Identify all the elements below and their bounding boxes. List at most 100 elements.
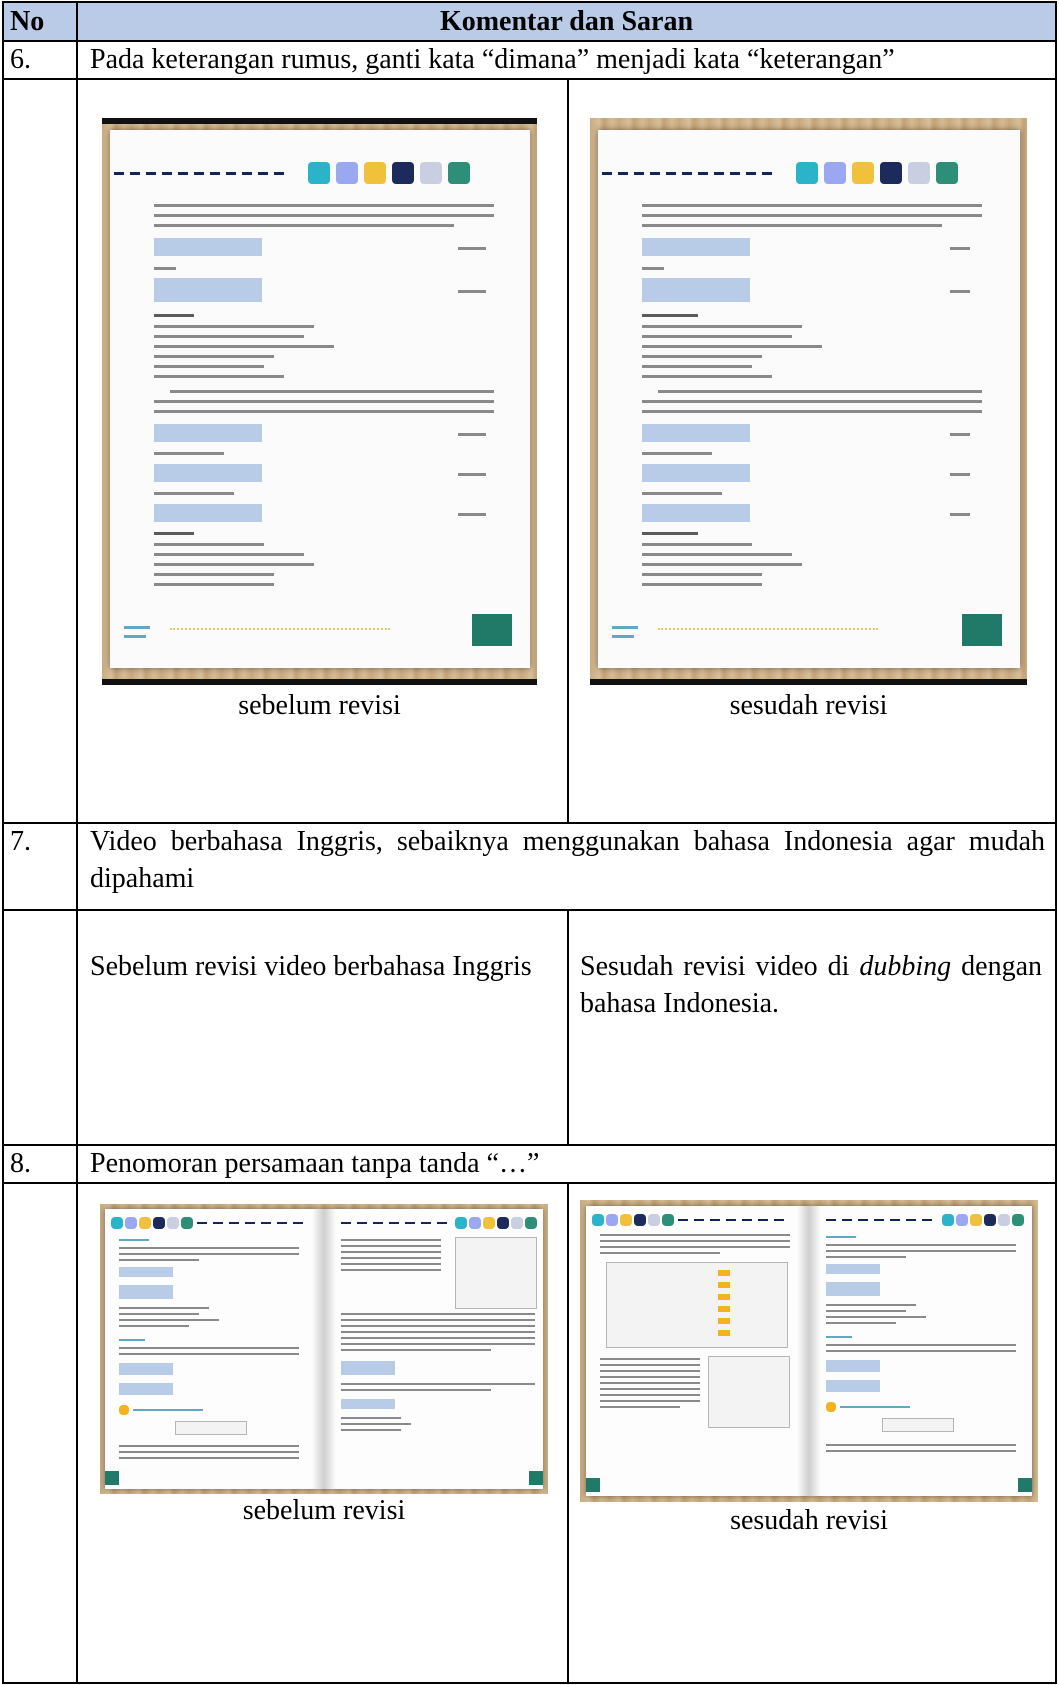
frame-bar — [102, 679, 537, 685]
text-line — [600, 1400, 700, 1402]
text-line — [119, 1259, 199, 1261]
text-line — [341, 1337, 535, 1339]
header-title: Komentar dan Saran — [439, 6, 694, 37]
text-line — [341, 1429, 401, 1431]
brand-tile — [364, 162, 386, 184]
brand-tile — [648, 1214, 660, 1226]
text-line — [119, 1353, 299, 1355]
brand-tile — [167, 1217, 179, 1229]
text-line — [341, 1239, 441, 1241]
text-line — [341, 1383, 535, 1385]
caption-before: sebelum revisi — [242, 1495, 406, 1526]
text-line — [642, 563, 802, 566]
text-line — [154, 573, 274, 576]
text-line — [154, 267, 176, 270]
text-line — [600, 1406, 680, 1408]
text-line — [154, 410, 494, 413]
grid-line — [2, 909, 1057, 911]
text-line — [642, 492, 722, 495]
equation-box — [642, 464, 750, 482]
equation-box — [154, 278, 262, 302]
caption-after: sesudah revisi — [730, 1505, 888, 1536]
footer-wave — [658, 622, 878, 630]
text-line — [154, 345, 334, 348]
book-spread — [586, 1206, 1032, 1496]
equation-box — [154, 504, 262, 522]
text-line — [154, 325, 314, 328]
page-number-box — [529, 1471, 543, 1485]
text-line — [600, 1364, 700, 1366]
text-line — [341, 1313, 535, 1315]
left-page — [105, 1209, 324, 1489]
text-line — [341, 1263, 441, 1265]
text-line — [826, 1316, 926, 1318]
text-line — [642, 214, 982, 217]
text-line — [154, 365, 264, 368]
text-line — [341, 1325, 535, 1327]
comment-table: No Komentar dan Saran 6. Pada keterangan… — [0, 0, 1059, 1685]
text-line — [341, 1417, 401, 1419]
equation-number — [458, 513, 486, 516]
equation-box — [826, 1360, 880, 1372]
text-line — [341, 1251, 441, 1253]
text-line — [600, 1370, 700, 1372]
equation-box — [642, 424, 750, 442]
row-number: 8. — [10, 1148, 31, 1179]
text-line — [154, 355, 274, 358]
text-line — [341, 1331, 535, 1333]
text-line — [642, 204, 982, 207]
brand-tile — [824, 162, 846, 184]
brand-tile — [956, 1214, 968, 1226]
text-line — [341, 1245, 441, 1247]
text-line — [642, 375, 772, 378]
text-line — [119, 1347, 299, 1349]
header-no: No — [10, 6, 45, 37]
text-line — [341, 1389, 491, 1391]
figure — [708, 1356, 790, 1428]
equation-box — [826, 1282, 880, 1296]
video-player — [882, 1418, 954, 1432]
frame-bar — [102, 118, 537, 124]
figure — [606, 1262, 788, 1348]
text-line — [119, 1319, 219, 1321]
text-line — [826, 1304, 916, 1306]
text-line — [119, 1451, 299, 1453]
equation-box — [119, 1285, 173, 1299]
text-line — [119, 1457, 299, 1459]
text-line — [600, 1358, 700, 1360]
text-line — [826, 1322, 896, 1324]
brand-tile — [511, 1217, 523, 1229]
dash-divider — [678, 1219, 790, 1221]
left-page — [586, 1206, 809, 1496]
text-line — [826, 1450, 1016, 1452]
text-line — [154, 204, 494, 207]
footer-text — [612, 635, 634, 638]
section-marker — [826, 1402, 836, 1412]
page-number-box — [105, 1471, 119, 1485]
text-line — [600, 1246, 790, 1248]
screenshot-sesudah-revisi — [590, 118, 1027, 685]
text-line — [642, 345, 822, 348]
after-text-italic: dubbing — [859, 951, 952, 982]
brand-tile — [308, 162, 330, 184]
brand-tile — [998, 1214, 1010, 1226]
brand-tile — [525, 1217, 537, 1229]
dash-divider — [197, 1222, 307, 1224]
text-line — [642, 335, 792, 338]
text-line — [600, 1388, 700, 1390]
figure-bar — [718, 1330, 730, 1336]
text-line — [658, 390, 982, 393]
section-title — [133, 1409, 203, 1411]
brand-tile — [984, 1214, 996, 1226]
page-number-box — [472, 614, 512, 646]
equation-box — [119, 1383, 173, 1395]
text-line — [642, 573, 762, 576]
brand-tile — [592, 1214, 604, 1226]
row-comment: Pada keterangan rumus, ganti kata “diman… — [90, 44, 895, 75]
figure-bar — [718, 1282, 730, 1288]
row-comment: Penomoran persamaan tanpa tanda “…” — [90, 1148, 540, 1179]
text-line — [341, 1257, 441, 1259]
book-page — [110, 130, 530, 668]
figure-bar — [718, 1306, 730, 1312]
text-line — [600, 1234, 790, 1236]
